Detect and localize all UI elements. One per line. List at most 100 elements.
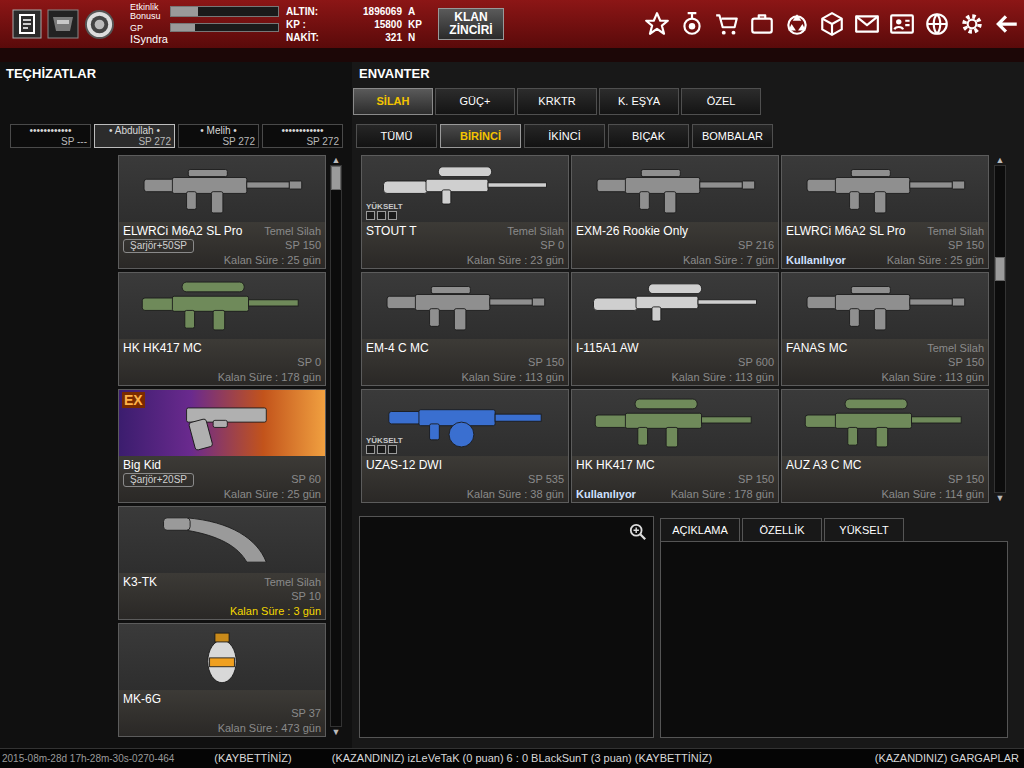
- card-name-row: UZAS-12 DWI: [362, 456, 568, 472]
- globe-icon[interactable]: [924, 11, 950, 37]
- weapon-image: [362, 273, 568, 339]
- category-tab[interactable]: KRKTR: [517, 88, 597, 115]
- inventory-panel: ENVANTERSİLAHGÜÇ+KRKTRK. EŞYAÖZELTÜMÜBİR…: [352, 62, 1024, 748]
- clan-chain-button[interactable]: KLANZİNCİRİ: [438, 8, 504, 40]
- recycle-icon[interactable]: [784, 11, 810, 37]
- scrollbar[interactable]: ▲▼: [330, 155, 342, 737]
- equipment-list: ELWRCi M6A2 SL ProTemel SilahŞarjör+50SP…: [118, 155, 326, 737]
- details-panel: AÇIKLAMAÖZELLİKYÜKSELT: [660, 516, 1008, 738]
- category-tab[interactable]: GÜÇ+: [435, 88, 515, 115]
- weapon-card[interactable]: ELWRCi M6A2 SL ProTemel SilahSP 150Kulla…: [781, 155, 989, 269]
- weapon-card[interactable]: HK HK417 MCSP 150KullanılıyorKalan Süre …: [571, 389, 779, 503]
- remaining-time: Kalan Süre : 25 gün: [224, 253, 321, 267]
- weapon-card[interactable]: ELWRCi M6A2 SL ProTemel SilahŞarjör+50SP…: [118, 155, 326, 269]
- details-tab[interactable]: YÜKSELT: [824, 518, 904, 541]
- upgrade-slot: [377, 211, 386, 220]
- weapon-card[interactable]: HK HK417 MCSP 0Kalan Süre : 178 gün: [118, 272, 326, 386]
- remaining-time: Kalan Süre : 178 gün: [218, 370, 321, 384]
- timestamp: 2015-08m-28d 17h-28m-30s-0270-464: [2, 751, 174, 766]
- subcategory-tab[interactable]: BOMBALAR: [692, 124, 773, 148]
- subcategory-tab[interactable]: BIÇAK: [608, 124, 689, 148]
- upgrade-slots: [366, 445, 403, 454]
- weapon-sp: SP 0: [297, 356, 321, 369]
- weapon-image: YÜKSELT: [362, 156, 568, 222]
- subcategory-tab[interactable]: BİRİNCİ: [440, 124, 521, 148]
- card-name-row: I-115A1 AW: [572, 339, 778, 355]
- weapon-name: STOUT T: [366, 224, 417, 238]
- cart-icon[interactable]: [714, 11, 740, 37]
- upgrade-label: YÜKSELT: [366, 202, 403, 211]
- rank-badge-icon[interactable]: [84, 9, 115, 40]
- character-tab[interactable]: • Abdullah •SP 272: [94, 124, 175, 148]
- scroll-up-button[interactable]: ▲: [330, 155, 342, 165]
- mail-icon[interactable]: [854, 11, 880, 37]
- ticker-item: (KAZANDINIZ) izLeVeTaK (0 puan) 6 : 0 BL…: [332, 750, 712, 767]
- card-name-row: AUZ A3 C MC: [782, 456, 988, 472]
- scroll-track[interactable]: [994, 165, 1006, 493]
- scroll-down-button[interactable]: ▼: [330, 727, 342, 737]
- currency-unit: A: [402, 5, 430, 18]
- weapon-card[interactable]: YÜKSELTUZAS-12 DWISP 535Kalan Süre : 38 …: [361, 389, 569, 503]
- character-name: • Abdullah •: [98, 125, 171, 136]
- addon-pill[interactable]: Şarjör+50SP: [123, 239, 194, 253]
- scroll-up-button[interactable]: ▲: [994, 155, 1006, 165]
- gear-icon[interactable]: [959, 11, 985, 37]
- scroll-thumb[interactable]: [331, 166, 341, 190]
- weapon-card[interactable]: EM-4 C MCSP 150Kalan Süre : 113 gün: [361, 272, 569, 386]
- gp-bar: [170, 23, 279, 32]
- weapon-card[interactable]: EXBig KidŞarjör+20SPSP 60Kalan Süre : 25…: [118, 389, 326, 503]
- back-arrow-icon[interactable]: [994, 11, 1020, 37]
- rifle-weapon-icon: [375, 275, 555, 337]
- marksman-weapon-icon: [132, 275, 312, 337]
- character-tab[interactable]: ••••••••••••SP ---: [10, 124, 91, 148]
- card-time-row: KullanılıyorKalan Süre : 25 gün: [782, 253, 988, 267]
- details-tab[interactable]: ÖZELLİK: [742, 518, 822, 541]
- notepad-icon[interactable]: [12, 9, 42, 39]
- category-tab[interactable]: K. EŞYA: [599, 88, 679, 115]
- card-sp-row: SP 0: [362, 238, 568, 253]
- upgrade-slot: [388, 211, 397, 220]
- card-name-row: FANAS MCTemel Silah: [782, 339, 988, 355]
- category-tab[interactable]: SİLAH: [353, 88, 433, 115]
- details-tab[interactable]: AÇIKLAMA: [660, 518, 740, 541]
- weapon-card[interactable]: MK-6GSP 37Kalan Süre : 473 gün: [118, 623, 326, 737]
- scroll-track[interactable]: [330, 165, 342, 727]
- weapon-image: YÜKSELT: [362, 390, 568, 456]
- pistol-weapon-icon: [132, 392, 312, 454]
- clan-logo-icon[interactable]: [47, 9, 79, 39]
- weapon-card[interactable]: K3-TKTemel SilahSP 10Kalan Süre : 3 gün: [118, 506, 326, 620]
- box-icon[interactable]: [819, 11, 845, 37]
- weapon-card[interactable]: I-115A1 AWSP 600Kalan Süre : 113 gün: [571, 272, 779, 386]
- character-tab[interactable]: ••••••••••••SP 272: [262, 124, 343, 148]
- remaining-time: Kalan Süre : 3 gün: [230, 604, 321, 618]
- subcategory-tab[interactable]: İKİNCİ: [524, 124, 605, 148]
- character-tab[interactable]: • Melih •SP 272: [178, 124, 259, 148]
- scroll-thumb[interactable]: [995, 257, 1005, 281]
- zoom-icon[interactable]: [629, 523, 647, 541]
- weapon-card[interactable]: FANAS MCTemel SilahSP 150Kalan Süre : 11…: [781, 272, 989, 386]
- weapon-sp: SP 10: [291, 590, 321, 603]
- upgrade-slot: [366, 445, 375, 454]
- card-time-row: Kalan Süre : 113 gün: [572, 370, 778, 384]
- remaining-time: Kalan Süre : 114 gün: [881, 487, 984, 501]
- weapon-card[interactable]: YÜKSELTSTOUT TTemel SilahSP 0Kalan Süre …: [361, 155, 569, 269]
- inventory-grid: YÜKSELTSTOUT TTemel SilahSP 0Kalan Süre …: [361, 155, 989, 503]
- addon-pill[interactable]: Şarjör+20SP: [123, 473, 194, 487]
- subcategory-tab[interactable]: TÜMÜ: [356, 124, 437, 148]
- card-sp-row: Şarjör+50SPSP 150: [119, 238, 325, 253]
- scrollbar[interactable]: ▲▼: [994, 155, 1006, 503]
- weapon-card[interactable]: EXM-26 Rookie OnlySP 216Kalan Süre : 7 g…: [571, 155, 779, 269]
- remaining-time: Kalan Süre : 25 gün: [887, 253, 984, 267]
- gp-bar-fill: [171, 24, 195, 31]
- star-icon[interactable]: [644, 11, 670, 37]
- remaining-time: Kalan Süre : 38 gün: [467, 487, 564, 501]
- weapon-card[interactable]: AUZ A3 C MCSP 150Kalan Süre : 114 gün: [781, 389, 989, 503]
- scroll-down-button[interactable]: ▼: [994, 493, 1006, 503]
- card-sp-row: SP 10: [119, 589, 325, 604]
- briefcase-icon[interactable]: [749, 11, 775, 37]
- weapon-image: [572, 273, 778, 339]
- medal-icon[interactable]: [679, 11, 705, 37]
- card-sp-row: SP 150: [572, 472, 778, 487]
- category-tab[interactable]: ÖZEL: [681, 88, 761, 115]
- id-card-icon[interactable]: [889, 11, 915, 37]
